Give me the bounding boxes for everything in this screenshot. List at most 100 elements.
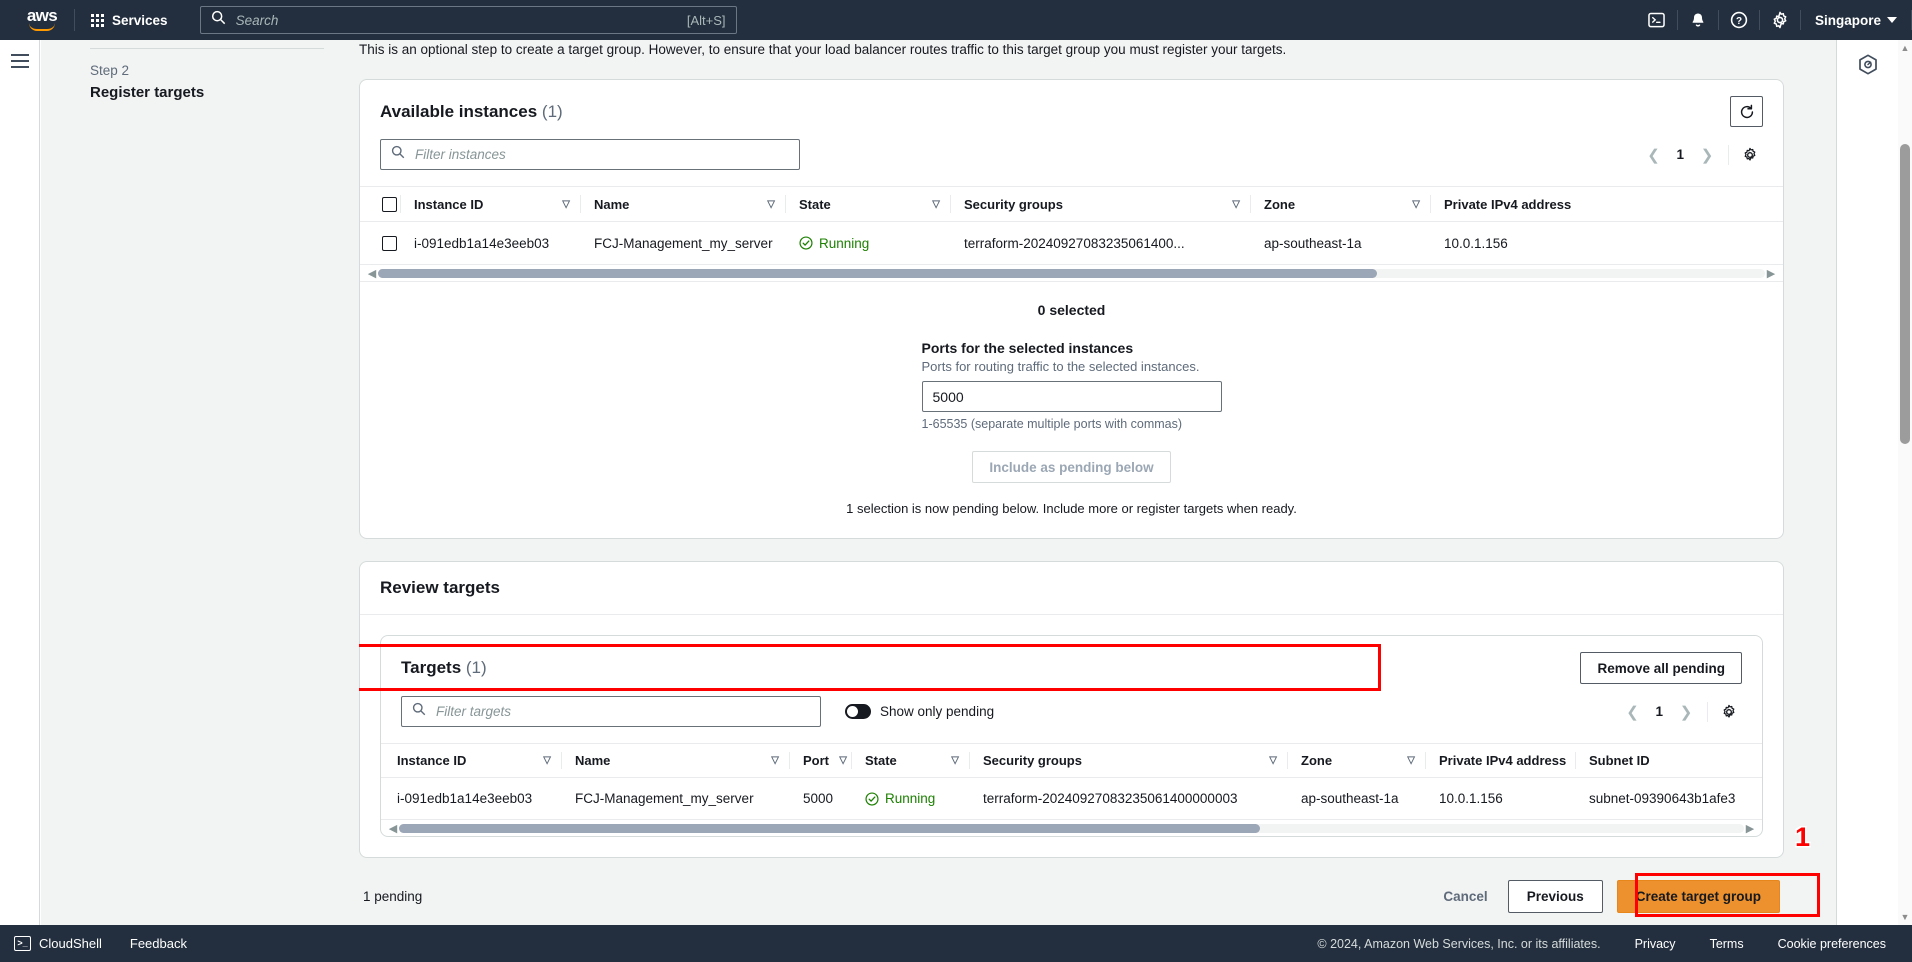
column-port[interactable]: Port ▽: [789, 744, 851, 778]
scroll-thumb[interactable]: [378, 269, 1377, 278]
gear-icon[interactable]: [1737, 142, 1763, 168]
scroll-right-icon[interactable]: ▶: [1744, 822, 1756, 835]
footer-left-group: >_ CloudShell Feedback: [14, 936, 187, 951]
scroll-track[interactable]: [378, 269, 1765, 278]
filter-instances-input[interactable]: [413, 146, 799, 163]
targets-horizontal-scrollbar[interactable]: ◀ ▶: [381, 820, 1762, 836]
sort-icon[interactable]: ▽: [543, 755, 551, 766]
sort-icon[interactable]: ▽: [951, 755, 959, 766]
gear-icon[interactable]: [1716, 699, 1742, 725]
notifications-icon[interactable]: [1678, 0, 1718, 40]
cancel-button[interactable]: Cancel: [1437, 889, 1493, 904]
cloudshell-icon[interactable]: [1637, 0, 1677, 40]
next-page-icon[interactable]: ❯: [1694, 142, 1720, 168]
table-header-row: Instance ID ▽ Name ▽ State ▽: [360, 187, 1783, 222]
search-input[interactable]: [234, 12, 687, 29]
cloudshell-label: CloudShell: [39, 936, 102, 951]
feedback-link[interactable]: Feedback: [130, 936, 187, 951]
select-all-checkbox[interactable]: [382, 197, 397, 212]
sort-icon[interactable]: ▽: [1269, 755, 1277, 766]
page-vertical-scrollbar[interactable]: ▲ ▼: [1898, 40, 1912, 925]
privacy-link[interactable]: Privacy: [1635, 937, 1676, 951]
wizard-steps-sidebar: Step 2 Register targets: [41, 40, 359, 925]
column-state[interactable]: State ▽: [785, 187, 950, 222]
instances-horizontal-scrollbar[interactable]: ◀ ▶: [360, 265, 1783, 281]
column-zone[interactable]: Zone ▽: [1287, 744, 1425, 778]
page-number[interactable]: 1: [1666, 147, 1694, 162]
column-security-groups[interactable]: Security groups ▽: [969, 744, 1287, 778]
sort-icon[interactable]: ▽: [562, 199, 570, 210]
ports-input[interactable]: [922, 381, 1222, 412]
cell-private-ipv4: 10.0.1.156: [1425, 778, 1575, 820]
scroll-right-icon[interactable]: ▶: [1765, 267, 1777, 280]
scroll-up-icon[interactable]: ▲: [1898, 40, 1912, 56]
toggle-switch[interactable]: [845, 704, 871, 719]
column-state[interactable]: State ▽: [851, 744, 969, 778]
filter-instances-box[interactable]: [380, 139, 800, 170]
scroll-thumb[interactable]: [1900, 144, 1910, 444]
cookie-preferences-link[interactable]: Cookie preferences: [1778, 937, 1886, 951]
help-icon[interactable]: ?: [1719, 0, 1759, 40]
page-footer: >_ CloudShell Feedback © 2024, Amazon We…: [0, 925, 1912, 962]
next-page-icon[interactable]: ❯: [1673, 699, 1699, 725]
available-instances-title-text: Available instances: [380, 102, 537, 121]
cell-security-groups: terraform-20240927083235061400...: [950, 222, 1250, 265]
refresh-icon[interactable]: [1730, 96, 1763, 127]
services-menu-button[interactable]: Services: [79, 0, 180, 40]
intro-description: This is an optional step to create a tar…: [359, 40, 1784, 59]
settings-icon[interactable]: [1760, 0, 1800, 40]
targets-card: Targets (1) Remove all pending: [380, 635, 1763, 837]
include-as-pending-button[interactable]: Include as pending below: [972, 451, 1170, 483]
column-label: Security groups: [964, 197, 1063, 212]
terms-link[interactable]: Terms: [1710, 937, 1744, 951]
sort-icon[interactable]: ▽: [1412, 199, 1420, 210]
available-instances-filter-row: ❮ 1 ❯: [360, 139, 1783, 186]
svg-text:?: ?: [1736, 16, 1742, 27]
cell-private-ipv4: 10.0.1.156: [1430, 222, 1783, 265]
sort-icon[interactable]: ▽: [767, 199, 775, 210]
sort-icon[interactable]: ▽: [839, 755, 847, 766]
column-security-groups[interactable]: Security groups ▽: [950, 187, 1250, 222]
filter-targets-box[interactable]: [401, 696, 821, 727]
previous-page-icon[interactable]: ❮: [1640, 142, 1666, 168]
scroll-left-icon[interactable]: ◀: [366, 267, 378, 280]
selection-block: 0 selected Ports for the selected instan…: [360, 281, 1783, 538]
remove-all-pending-button[interactable]: Remove all pending: [1580, 652, 1742, 684]
global-search-box[interactable]: [Alt+S]: [200, 6, 737, 34]
row-checkbox[interactable]: [382, 236, 397, 251]
column-private-ipv4[interactable]: Private IPv4 address: [1430, 187, 1783, 222]
create-target-group-button[interactable]: Create target group: [1617, 880, 1780, 913]
scroll-left-icon[interactable]: ◀: [387, 822, 399, 835]
menu-hamburger-icon[interactable]: [11, 54, 29, 925]
previous-page-icon[interactable]: ❮: [1619, 699, 1645, 725]
filter-targets-input[interactable]: [434, 703, 820, 720]
sort-icon[interactable]: ▽: [1407, 755, 1415, 766]
cell-zone: ap-southeast-1a: [1250, 222, 1430, 265]
scroll-down-icon[interactable]: ▼: [1898, 909, 1912, 925]
sort-icon[interactable]: ▽: [932, 199, 940, 210]
previous-button[interactable]: Previous: [1508, 880, 1603, 913]
aws-logo[interactable]: aws: [14, 0, 70, 40]
column-zone[interactable]: Zone ▽: [1250, 187, 1430, 222]
scroll-thumb[interactable]: [399, 824, 1260, 833]
column-private-ipv4[interactable]: Private IPv4 address: [1425, 744, 1575, 778]
column-subnet-id[interactable]: Subnet ID: [1575, 744, 1762, 778]
column-instance-id[interactable]: Instance ID ▽: [381, 744, 561, 778]
table-row[interactable]: i-091edb1a14e3eeb03 FCJ-Management_my_se…: [381, 778, 1762, 820]
column-instance-id[interactable]: Instance ID ▽: [400, 187, 580, 222]
sort-icon[interactable]: ▽: [771, 755, 779, 766]
column-name[interactable]: Name ▽: [561, 744, 789, 778]
services-label: Services: [112, 13, 168, 28]
sort-icon[interactable]: ▽: [1232, 199, 1240, 210]
region-selector[interactable]: Singapore: [1801, 0, 1911, 40]
table-row[interactable]: i-091edb1a14e3eeb03 FCJ-Management_my_se…: [360, 222, 1783, 265]
show-only-pending-toggle[interactable]: Show only pending: [845, 704, 994, 719]
cell-state: Running: [785, 222, 950, 265]
scroll-track[interactable]: [399, 824, 1744, 833]
column-name[interactable]: Name ▽: [580, 187, 785, 222]
action-buttons-group: Cancel Previous Create target group: [1437, 880, 1780, 913]
page-number[interactable]: 1: [1645, 704, 1673, 719]
help-panel-icon[interactable]: [1858, 54, 1878, 925]
cloudshell-button[interactable]: >_ CloudShell: [14, 936, 102, 951]
column-label: State: [865, 753, 897, 768]
